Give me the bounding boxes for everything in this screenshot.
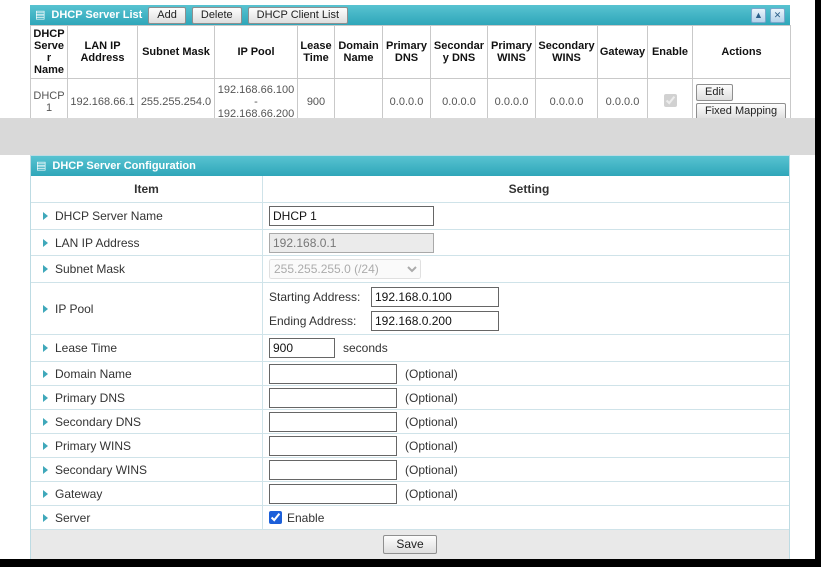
config-header-row: Item Setting	[31, 176, 789, 202]
arrow-icon	[43, 418, 48, 426]
server-enable-label: Enable	[287, 511, 324, 525]
secondary-dns-label: Secondary DNS	[55, 415, 141, 429]
domain-name-label: Domain Name	[55, 367, 132, 381]
col-domain-name: Domain Name	[335, 26, 383, 79]
arrow-icon	[43, 394, 48, 402]
col-lease-time: Lease Time	[298, 26, 335, 79]
config-header-setting: Setting	[263, 182, 789, 196]
subnet-mask-select: 255.255.255.0 (/24)	[269, 259, 421, 279]
arrow-icon	[43, 466, 48, 474]
row-secondary-wins: Secondary WINS (Optional)	[31, 457, 789, 481]
section-separator	[0, 118, 815, 155]
secondary-dns-input[interactable]	[269, 412, 397, 432]
lan-ip-address-input	[269, 233, 434, 253]
dhcp-server-name-input[interactable]	[269, 206, 434, 226]
secondary-wins-note: (Optional)	[405, 463, 458, 477]
primary-dns-input[interactable]	[269, 388, 397, 408]
fixed-mapping-button[interactable]: Fixed Mapping	[696, 103, 786, 120]
row-primary-wins: Primary WINS (Optional)	[31, 433, 789, 457]
server-enable-checkbox[interactable]	[269, 511, 282, 524]
arrow-icon	[43, 344, 48, 352]
arrow-icon	[43, 442, 48, 450]
dhcp-server-name-label: DHCP Server Name	[55, 209, 163, 223]
col-primary-dns: Primary DNS	[383, 26, 431, 79]
ip-pool-label: IP Pool	[55, 302, 93, 316]
domain-name-input[interactable]	[269, 364, 397, 384]
row-lease-time: Lease Time seconds	[31, 334, 789, 361]
list-panel-icon: ▤	[35, 10, 45, 21]
col-secondary-dns: Secondary DNS	[431, 26, 488, 79]
dhcp-server-list-title: DHCP Server List	[51, 9, 142, 21]
save-button[interactable]: Save	[383, 535, 436, 554]
delete-button[interactable]: Delete	[192, 7, 242, 24]
col-actions: Actions	[693, 26, 791, 79]
secondary-wins-input[interactable]	[269, 460, 397, 480]
subnet-mask-label: Subnet Mask	[55, 262, 125, 276]
dhcp-client-list-button[interactable]: DHCP Client List	[248, 7, 348, 24]
dhcp-server-configuration-title: DHCP Server Configuration	[52, 160, 195, 172]
dhcp-server-list-table: DHCP Server Name LAN IP Address Subnet M…	[30, 25, 791, 125]
primary-dns-note: (Optional)	[405, 391, 458, 405]
config-panel-icon: ▤	[36, 161, 46, 172]
lease-time-input[interactable]	[269, 338, 335, 358]
gateway-input[interactable]	[269, 484, 397, 504]
row-domain-name: Domain Name (Optional)	[31, 361, 789, 385]
dhcp-server-configuration-titlebar: ▤ DHCP Server Configuration	[31, 156, 789, 176]
row-dhcp-server-name: DHCP Server Name	[31, 202, 789, 229]
add-button[interactable]: Add	[148, 7, 186, 24]
arrow-icon	[43, 212, 48, 220]
lease-time-label: Lease Time	[55, 341, 117, 355]
col-subnet-mask: Subnet Mask	[138, 26, 215, 79]
ending-address-label: Ending Address:	[269, 314, 371, 328]
col-lan-ip-address: LAN IP Address	[68, 26, 138, 79]
page: ▤ DHCP Server List Add Delete DHCP Clien…	[0, 0, 815, 559]
server-label: Server	[55, 511, 90, 525]
ending-address-input[interactable]	[371, 311, 499, 331]
arrow-icon	[43, 239, 48, 247]
save-strip: Save	[31, 529, 789, 559]
dhcp-server-list-panel: ▤ DHCP Server List Add Delete DHCP Clien…	[30, 5, 790, 125]
row-server: Server Enable	[31, 505, 789, 529]
dhcp-server-list-titlebar: ▤ DHCP Server List Add Delete DHCP Clien…	[30, 5, 790, 25]
row-subnet-mask: Subnet Mask 255.255.255.0 (/24)	[31, 255, 789, 282]
secondary-dns-note: (Optional)	[405, 415, 458, 429]
collapse-icon[interactable]: ▲	[751, 8, 766, 23]
domain-name-note: (Optional)	[405, 367, 458, 381]
titlebar-window-controls: ▲ ✕	[751, 8, 785, 23]
lan-ip-address-label: LAN IP Address	[55, 236, 140, 250]
config-header-item: Item	[31, 176, 263, 202]
gateway-note: (Optional)	[405, 487, 458, 501]
dhcp-server-configuration-panel: ▤ DHCP Server Configuration Item Setting…	[30, 155, 790, 559]
arrow-icon	[43, 490, 48, 498]
col-gateway: Gateway	[598, 26, 648, 79]
row-primary-dns: Primary DNS (Optional)	[31, 385, 789, 409]
starting-address-label: Starting Address:	[269, 290, 371, 304]
row-ip-pool: IP Pool Starting Address: Ending Address…	[31, 282, 789, 334]
col-ip-pool: IP Pool	[215, 26, 298, 79]
col-secondary-wins: Secondary WINS	[536, 26, 598, 79]
primary-wins-input[interactable]	[269, 436, 397, 456]
primary-wins-label: Primary WINS	[55, 439, 131, 453]
edit-button[interactable]: Edit	[696, 84, 733, 101]
col-enable: Enable	[648, 26, 693, 79]
row-lan-ip-address: LAN IP Address	[31, 229, 789, 255]
row-secondary-dns: Secondary DNS (Optional)	[31, 409, 789, 433]
starting-address-input[interactable]	[371, 287, 499, 307]
row-enable-checkbox	[664, 94, 677, 107]
list-header-row: DHCP Server Name LAN IP Address Subnet M…	[31, 26, 791, 79]
col-primary-wins: Primary WINS	[488, 26, 536, 79]
lease-time-suffix: seconds	[343, 341, 388, 355]
secondary-wins-label: Secondary WINS	[55, 463, 147, 477]
arrow-icon	[43, 265, 48, 273]
primary-wins-note: (Optional)	[405, 439, 458, 453]
gateway-label: Gateway	[55, 487, 102, 501]
row-gateway: Gateway (Optional)	[31, 481, 789, 505]
arrow-icon	[43, 514, 48, 522]
arrow-icon	[43, 305, 48, 313]
primary-dns-label: Primary DNS	[55, 391, 125, 405]
close-icon[interactable]: ✕	[770, 8, 785, 23]
col-dhcp-server-name: DHCP Server Name	[31, 26, 68, 79]
arrow-icon	[43, 370, 48, 378]
